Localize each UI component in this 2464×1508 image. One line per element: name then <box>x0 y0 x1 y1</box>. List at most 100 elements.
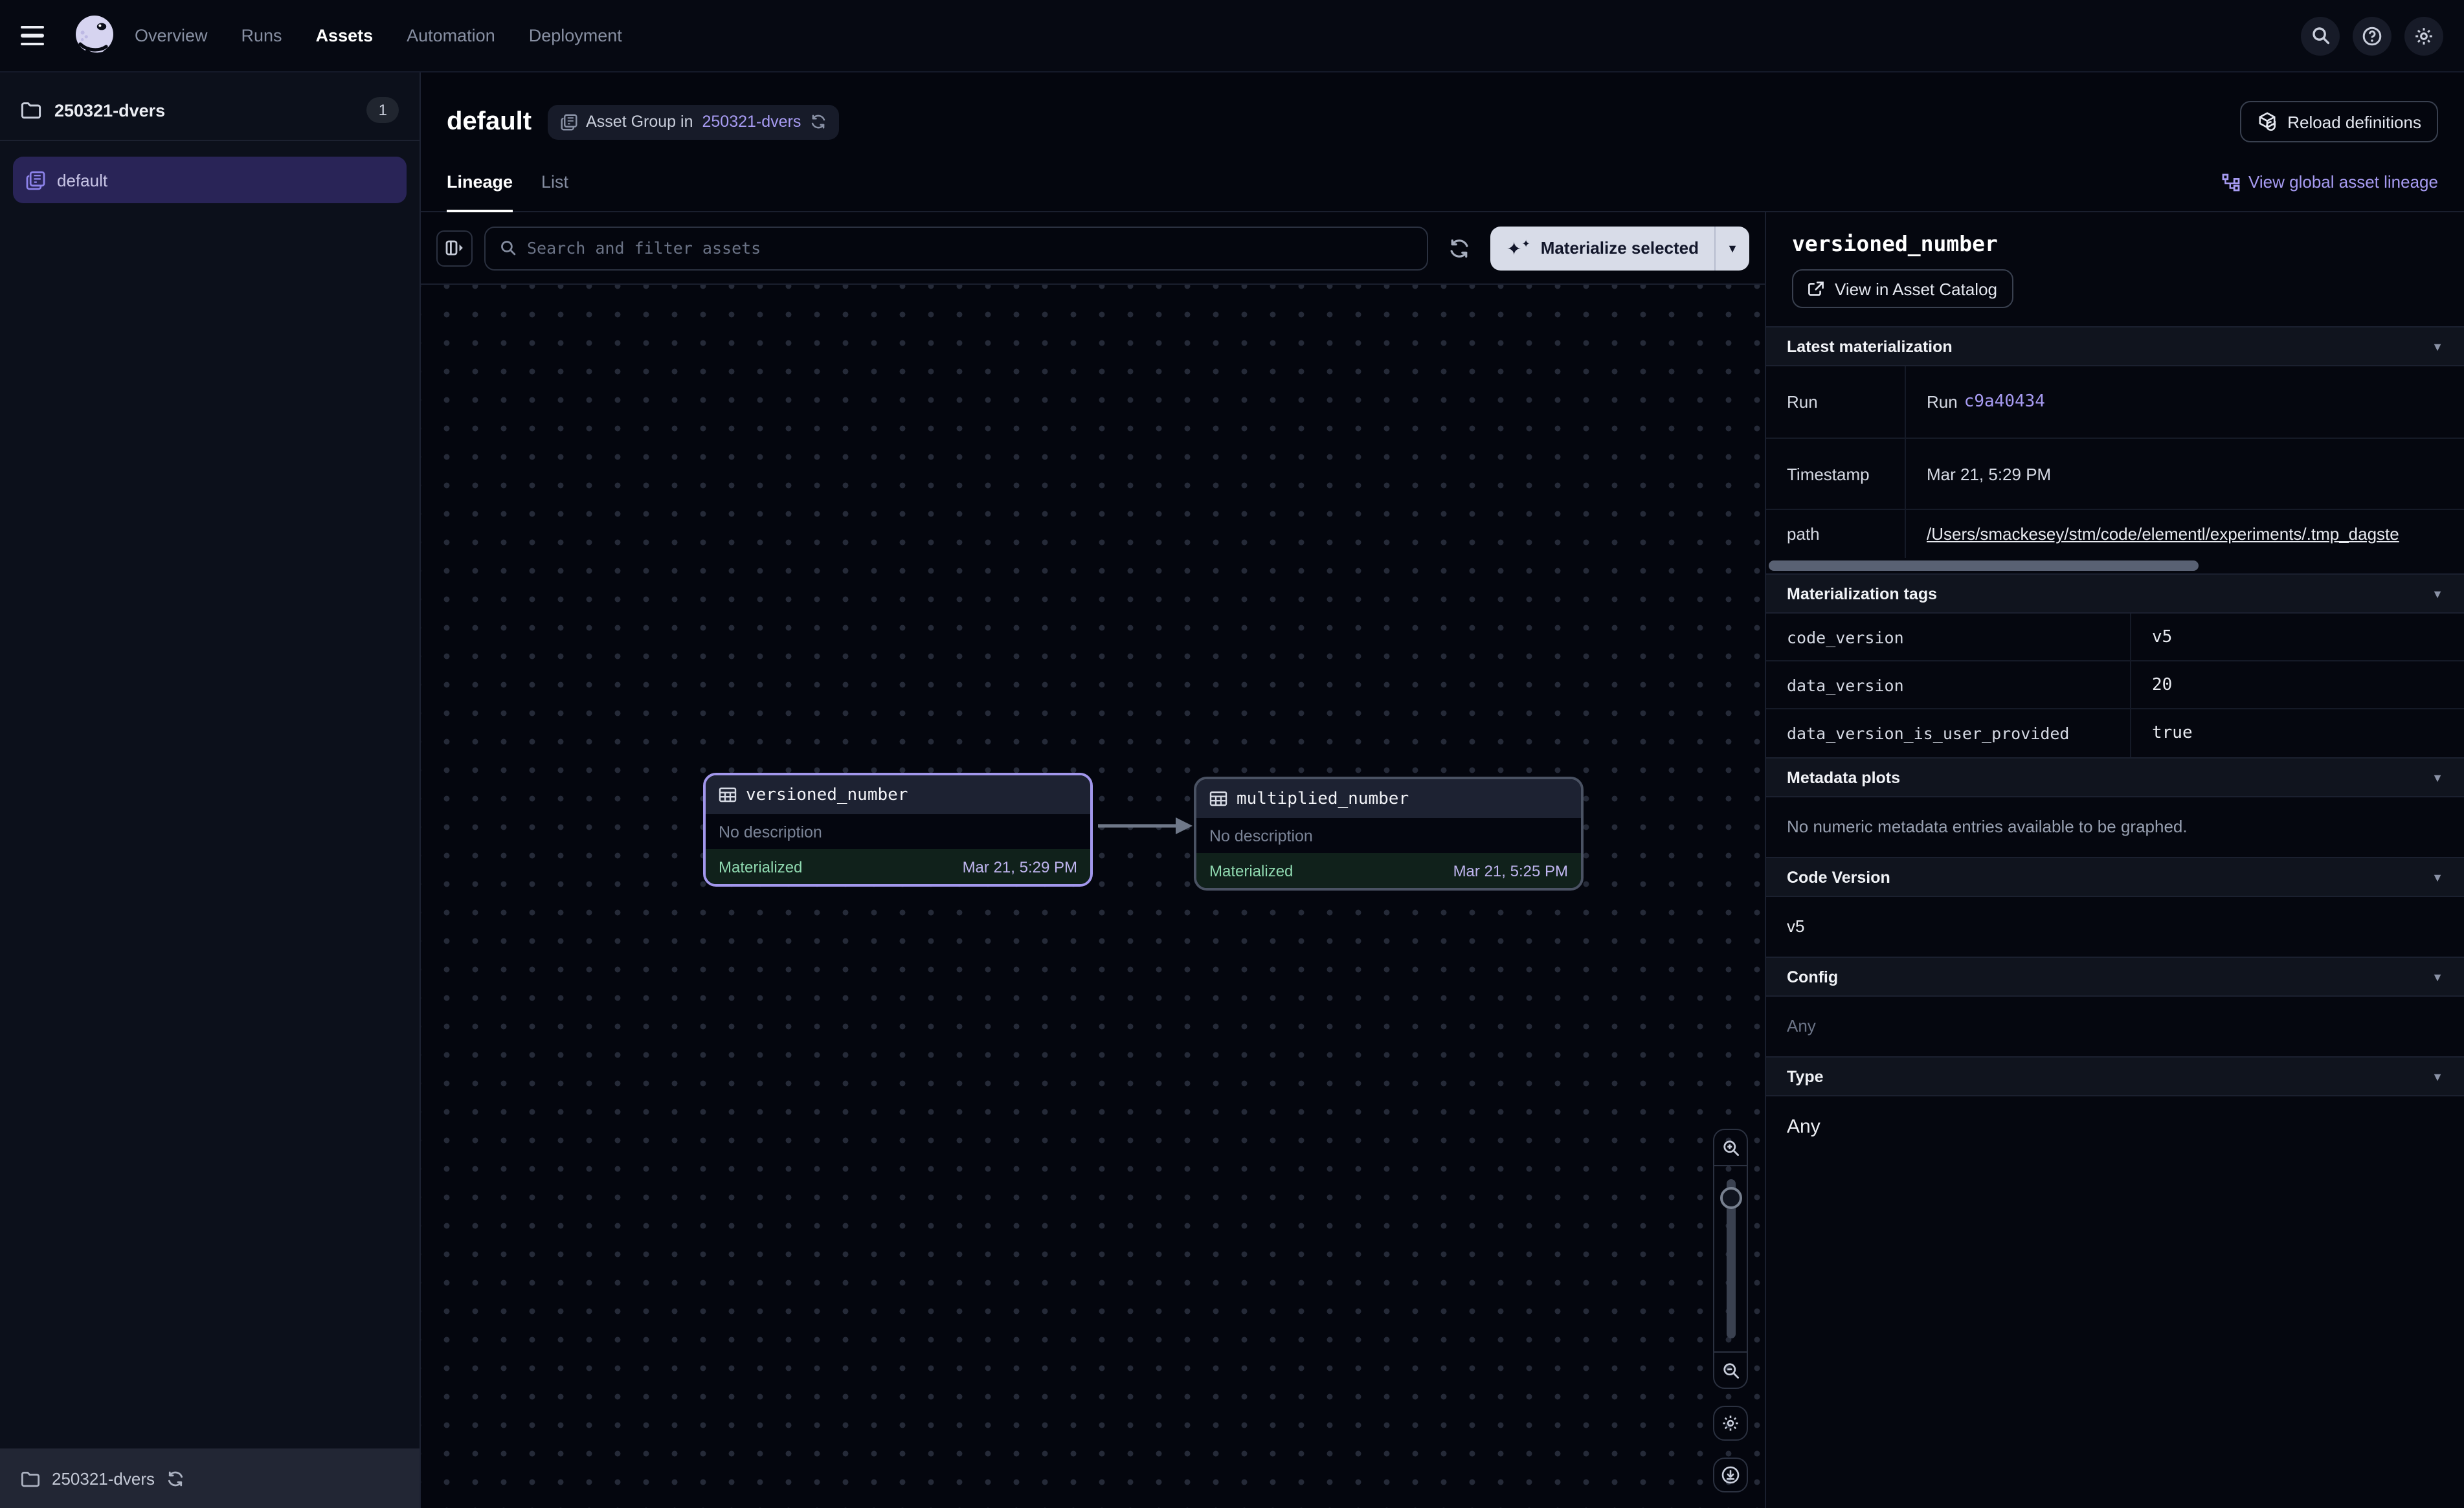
tag-key: data_version_is_user_provided <box>1766 709 2131 757</box>
materialize-selected-main[interactable]: ✦✦ Materialize selected <box>1491 226 1714 270</box>
gear-icon[interactable] <box>2404 16 2443 55</box>
lineage-canvas[interactable]: versioned_number No description Material… <box>421 285 1765 1508</box>
nav-item-automation[interactable]: Automation <box>407 26 495 45</box>
run-key: Run <box>1766 366 1906 439</box>
folder-icon <box>21 1470 40 1487</box>
reload-cube-icon <box>2256 111 2277 132</box>
graph-settings-gear-icon[interactable] <box>1713 1406 1748 1441</box>
sidebar-group-row[interactable]: 250321-dvers 1 <box>0 80 420 140</box>
tab-list[interactable]: List <box>541 153 568 211</box>
search-icon <box>500 239 517 256</box>
sidebar-item-label: default <box>57 170 107 190</box>
asset-node-multiplied-number[interactable]: multiplied_number No description Materia… <box>1194 777 1584 891</box>
sidebar-spacer <box>0 203 420 1448</box>
reload-definitions-button[interactable]: Reload definitions <box>2239 101 2438 142</box>
chevron-down-icon: ▼ <box>2432 340 2443 353</box>
lineage-canvas-column: ✦✦ Materialize selected ▼ <box>421 212 1765 1508</box>
section-materialization-tags[interactable]: Materialization tags ▼ <box>1766 573 2464 614</box>
chevron-down-icon: ▼ <box>2432 771 2443 784</box>
path-key: path <box>1766 510 1906 558</box>
materialized-time: Mar 21, 5:29 PM <box>963 858 1077 876</box>
table-icon <box>1209 791 1227 806</box>
section-config[interactable]: Config ▼ <box>1766 957 2464 997</box>
section-latest-materialization[interactable]: Latest materialization ▼ <box>1766 326 2464 366</box>
view-in-asset-catalog-label: View in Asset Catalog <box>1835 279 1997 298</box>
chevron-down-icon: ▼ <box>2432 870 2443 883</box>
main-area: default Asset Group in 250321-dvers <box>421 72 2464 1508</box>
external-link-icon <box>1808 280 1824 297</box>
zoom-out-icon[interactable] <box>1714 1351 1747 1388</box>
section-code-version[interactable]: Code Version ▼ <box>1766 857 2464 897</box>
refresh-icon[interactable] <box>810 114 825 129</box>
materialize-selected-label: Materialize selected <box>1541 238 1699 258</box>
sparkle-icon: ✦✦ <box>1506 239 1530 257</box>
sidebar: 250321-dvers 1 default 250321-dvers <box>0 72 421 1508</box>
sidebar-group-count-badge: 1 <box>367 97 399 123</box>
help-icon[interactable] <box>2353 16 2391 55</box>
panel-toggle-icon[interactable] <box>436 230 473 266</box>
asset-node-footer: Materialized Mar 21, 5:25 PM <box>1196 853 1581 888</box>
section-title: Type <box>1787 1067 1824 1085</box>
chip-text: Asset Group in <box>586 113 693 131</box>
page-header: default Asset Group in 250321-dvers <box>421 72 2464 153</box>
chevron-down-icon[interactable]: ▼ <box>1716 226 1749 270</box>
section-metadata-plots[interactable]: Metadata plots ▼ <box>1766 757 2464 797</box>
asset-node-header: multiplied_number <box>1196 779 1581 818</box>
materialization-tags-table: code_version v5 data_version 20 data_ver… <box>1766 614 2464 757</box>
zoom-in-icon[interactable] <box>1714 1130 1747 1166</box>
asset-detail-panel: versioned_number View in Asset Catalog L… <box>1765 212 2464 1508</box>
asset-node-description: No description <box>1209 826 1313 845</box>
zoom-slider[interactable] <box>1714 1166 1747 1351</box>
sidebar-item-default[interactable]: default <box>13 157 407 203</box>
tag-key: code_version <box>1766 614 2131 661</box>
menu-icon[interactable] <box>21 17 57 54</box>
table-icon <box>719 787 737 803</box>
zoom-control <box>1713 1129 1748 1389</box>
tag-value: 20 <box>2131 661 2464 709</box>
search-icon[interactable] <box>2301 16 2340 55</box>
refresh-icon[interactable] <box>1440 228 1479 267</box>
refresh-icon[interactable] <box>166 1470 183 1487</box>
timestamp-value: Mar 21, 5:29 PM <box>1906 439 2464 510</box>
tab-lineage[interactable]: Lineage <box>447 153 513 211</box>
zoom-slider-handle[interactable] <box>1719 1187 1742 1209</box>
asset-group-chip[interactable]: Asset Group in 250321-dvers <box>547 104 838 139</box>
asset-node-versioned-number[interactable]: versioned_number No description Material… <box>703 773 1093 887</box>
asset-group-icon <box>26 170 45 190</box>
download-icon[interactable] <box>1713 1458 1748 1492</box>
tag-value: true <box>2131 709 2464 757</box>
folder-icon <box>21 101 41 119</box>
asset-title: versioned_number <box>1792 232 2438 256</box>
nav-item-runs[interactable]: Runs <box>241 26 282 45</box>
nav-links: Overview Runs Assets Automation Deployme… <box>135 26 622 45</box>
code-version-value: v5 <box>1766 897 2464 957</box>
nav-item-overview[interactable]: Overview <box>135 26 208 45</box>
panel-header: versioned_number View in Asset Catalog <box>1766 212 2464 326</box>
scrollbar-thumb[interactable] <box>1769 560 2199 571</box>
config-value: Any <box>1766 997 2464 1056</box>
view-global-asset-lineage-link[interactable]: View global asset lineage <box>2221 172 2438 192</box>
sidebar-divider <box>0 140 420 141</box>
asset-search-box <box>484 226 1429 270</box>
nav-item-assets[interactable]: Assets <box>316 26 374 45</box>
materialized-status: Materialized <box>719 858 802 876</box>
section-type[interactable]: Type ▼ <box>1766 1056 2464 1096</box>
search-input[interactable] <box>527 238 1413 258</box>
nav-item-deployment[interactable]: Deployment <box>529 26 622 45</box>
dagster-logo[interactable] <box>70 11 119 60</box>
view-in-asset-catalog-button[interactable]: View in Asset Catalog <box>1792 269 2013 308</box>
horizontal-scrollbar <box>1766 558 2464 573</box>
asset-node-name: versioned_number <box>746 785 908 804</box>
run-id-link[interactable]: c9a40434 <box>1964 392 2045 412</box>
materialize-selected-button: ✦✦ Materialize selected ▼ <box>1491 226 1749 270</box>
lineage-toolbar: ✦✦ Materialize selected ▼ <box>421 212 1765 285</box>
path-link[interactable]: /Users/smackesey/stm/code/elementl/exper… <box>1927 524 2399 544</box>
asset-node-body: No description <box>1196 818 1581 853</box>
graph-controls <box>1713 1129 1748 1492</box>
chevron-down-icon: ▼ <box>2432 970 2443 983</box>
tag-key: data_version <box>1766 661 2131 709</box>
chip-group-link[interactable]: 250321-dvers <box>702 113 801 131</box>
path-value: /Users/smackesey/stm/code/elementl/exper… <box>1906 510 2464 558</box>
sidebar-footer[interactable]: 250321-dvers <box>0 1448 420 1508</box>
view-global-asset-lineage-label: View global asset lineage <box>2248 172 2438 192</box>
